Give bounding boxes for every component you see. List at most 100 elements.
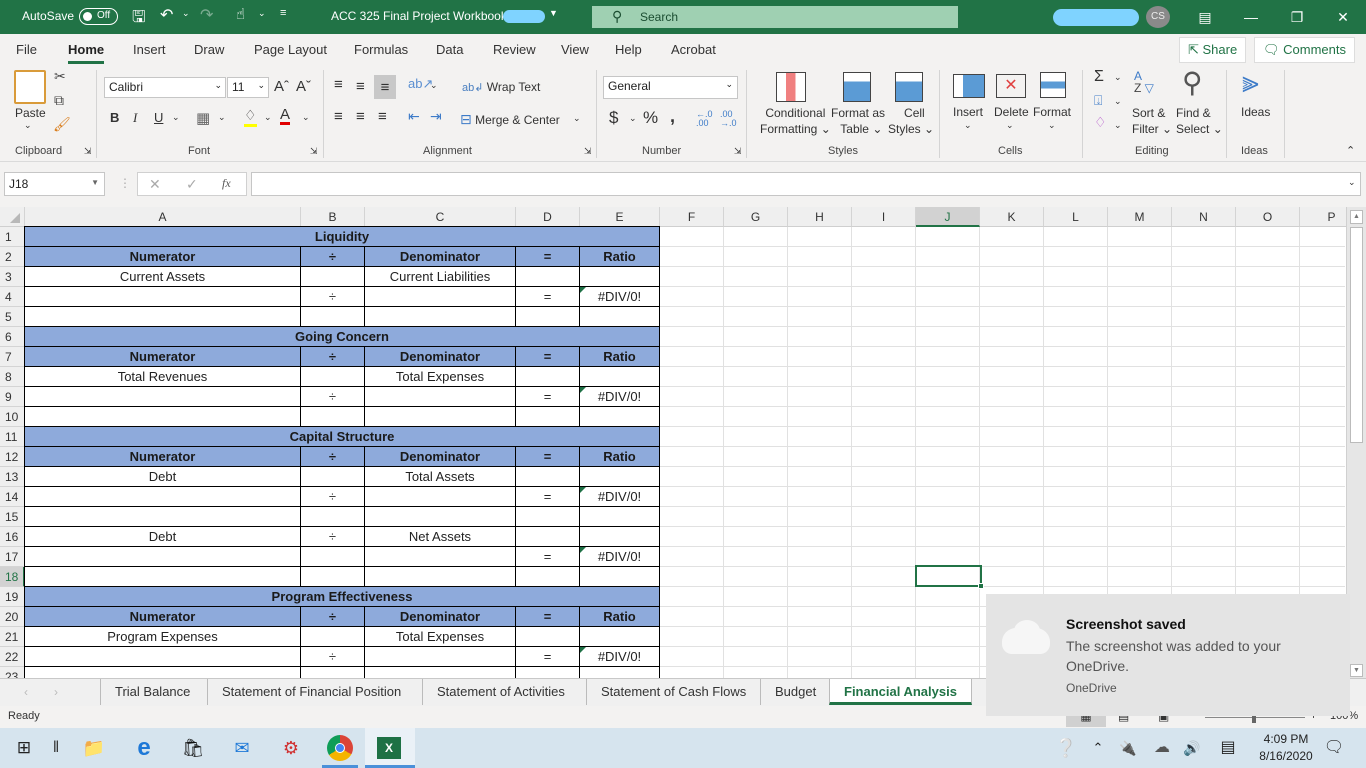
- help-icon[interactable]: ❔: [1054, 736, 1078, 760]
- task-view-icon[interactable]: ‖: [44, 736, 68, 760]
- row-header-9[interactable]: 9: [0, 387, 25, 407]
- share-button[interactable]: ⇱ Share: [1179, 37, 1247, 63]
- row-header-16[interactable]: 16: [0, 527, 25, 547]
- fill-dropdown-icon[interactable]: ⌄: [1114, 96, 1122, 107]
- search-box[interactable]: ⚲ Search: [592, 6, 958, 28]
- row-header-8[interactable]: 8: [0, 367, 25, 387]
- save-icon[interactable]: 🖫: [132, 6, 146, 33]
- decrease-font-size-icon[interactable]: Aˇ: [296, 78, 311, 95]
- autosave-toggle[interactable]: Off: [79, 8, 118, 25]
- cell-E23[interactable]: [579, 666, 660, 678]
- font-size-select[interactable]: 11 ⌄: [227, 77, 269, 98]
- dialog-launcher-icon[interactable]: ⇲: [734, 146, 742, 157]
- delete-cells-button[interactable]: Delete: [994, 105, 1029, 119]
- volume-icon[interactable]: 🔊: [1180, 736, 1204, 760]
- column-header-N[interactable]: N: [1172, 207, 1236, 227]
- select-all-button[interactable]: [0, 207, 25, 227]
- tab-acrobat[interactable]: Acrobat: [671, 42, 716, 57]
- align-left-icon[interactable]: ≡: [334, 108, 343, 125]
- column-header-A[interactable]: A: [25, 207, 301, 227]
- cell-A18[interactable]: [24, 566, 301, 587]
- align-right-icon[interactable]: ≡: [378, 108, 387, 125]
- column-label-denominator[interactable]: Denominator: [364, 446, 516, 467]
- selected-cell-j18[interactable]: [915, 565, 984, 589]
- touch-mode-icon[interactable]: ☝: [236, 5, 245, 23]
- decrease-decimal-icon[interactable]: .00 →.0: [720, 110, 737, 128]
- cell-A23[interactable]: [24, 666, 301, 678]
- section-title[interactable]: Program Effectiveness: [24, 586, 660, 607]
- cell-D18[interactable]: [515, 566, 580, 587]
- cell-D3[interactable]: [515, 266, 580, 287]
- cell-D13[interactable]: [515, 466, 580, 487]
- cell-A21[interactable]: Program Expenses: [24, 626, 301, 647]
- borders-dropdown-icon[interactable]: ⌄: [218, 112, 226, 123]
- cell-E15[interactable]: [579, 506, 660, 527]
- cell-A5[interactable]: [24, 306, 301, 327]
- column-header-G[interactable]: G: [724, 207, 788, 227]
- cell-A8[interactable]: Total Revenues: [24, 366, 301, 387]
- cell-C4[interactable]: [364, 286, 516, 307]
- column-label-ratio[interactable]: Ratio: [579, 246, 660, 267]
- touch-dropdown-icon[interactable]: ⌄: [258, 8, 266, 19]
- cell-B18[interactable]: [300, 566, 365, 587]
- column-label-equals[interactable]: =: [515, 606, 580, 627]
- column-label-divide[interactable]: ÷: [300, 606, 365, 627]
- column-label-divide[interactable]: ÷: [300, 246, 365, 267]
- cell-E17[interactable]: #DIV/0!: [579, 546, 660, 567]
- cell-C17[interactable]: [364, 546, 516, 567]
- chrome-icon[interactable]: [327, 735, 353, 761]
- cell-E10[interactable]: [579, 406, 660, 427]
- row-header-13[interactable]: 13: [0, 467, 25, 487]
- column-header-B[interactable]: B: [301, 207, 365, 227]
- wrap-text-button[interactable]: ab↲ Wrap Text: [462, 80, 540, 94]
- store-icon[interactable]: 🛍: [181, 736, 205, 760]
- cell-A16[interactable]: Debt: [24, 526, 301, 547]
- format-painter-icon[interactable]: 🖌: [53, 116, 71, 133]
- cell-A22[interactable]: [24, 646, 301, 667]
- scroll-up-icon[interactable]: ▲: [1350, 210, 1363, 224]
- cell-B14[interactable]: ÷: [300, 486, 365, 507]
- top-align-icon[interactable]: ≡: [334, 76, 343, 93]
- section-title[interactable]: Liquidity: [24, 226, 660, 247]
- currency-button[interactable]: $: [609, 108, 618, 128]
- sheet-tab-budget[interactable]: Budget: [760, 679, 830, 705]
- undo-dropdown-icon[interactable]: ⌄: [182, 8, 190, 19]
- clock-date[interactable]: 8/16/2020: [1252, 749, 1320, 763]
- cell-C3[interactable]: Current Liabilities: [364, 266, 516, 287]
- cell-A13[interactable]: Debt: [24, 466, 301, 487]
- column-header-M[interactable]: M: [1108, 207, 1172, 227]
- column-header-J[interactable]: J: [916, 207, 980, 227]
- column-label-numerator[interactable]: Numerator: [24, 246, 301, 267]
- find-select-button[interactable]: Find & Select ⌄: [1176, 105, 1223, 137]
- column-label-divide[interactable]: ÷: [300, 346, 365, 367]
- column-label-equals[interactable]: =: [515, 246, 580, 267]
- column-label-numerator[interactable]: Numerator: [24, 446, 301, 467]
- row-header-2[interactable]: 2: [0, 247, 25, 267]
- row-header-21[interactable]: 21: [0, 627, 25, 647]
- cell-B3[interactable]: [300, 266, 365, 287]
- title-dropdown-icon[interactable]: ▼: [549, 8, 558, 18]
- row-header-10[interactable]: 10: [0, 407, 25, 427]
- copy-icon[interactable]: ⧉: [54, 92, 64, 109]
- cell-B8[interactable]: [300, 366, 365, 387]
- format-dropdown-icon[interactable]: ⌄: [1048, 120, 1056, 131]
- cell-C16[interactable]: Net Assets: [364, 526, 516, 547]
- column-header-L[interactable]: L: [1044, 207, 1108, 227]
- column-label-ratio[interactable]: Ratio: [579, 606, 660, 627]
- middle-align-icon[interactable]: ≡: [356, 78, 365, 95]
- tab-draw[interactable]: Draw: [194, 42, 224, 57]
- scroll-thumb[interactable]: [1350, 227, 1363, 443]
- cell-C18[interactable]: [364, 566, 516, 587]
- font-name-select[interactable]: Calibri ⌄: [104, 77, 226, 98]
- cell-A17[interactable]: [24, 546, 301, 567]
- cell-B17[interactable]: [300, 546, 365, 567]
- dialog-launcher-icon[interactable]: ⇲: [310, 146, 318, 157]
- insert-function-button[interactable]: fx: [222, 176, 231, 191]
- italic-button[interactable]: I: [133, 110, 137, 126]
- close-icon[interactable]: ✕: [1328, 6, 1358, 28]
- column-label-denominator[interactable]: Denominator: [364, 246, 516, 267]
- tab-review[interactable]: Review: [493, 42, 536, 57]
- column-header-C[interactable]: C: [365, 207, 516, 227]
- sheet-tab-trial-balance[interactable]: Trial Balance: [100, 679, 204, 705]
- cell-D22[interactable]: =: [515, 646, 580, 667]
